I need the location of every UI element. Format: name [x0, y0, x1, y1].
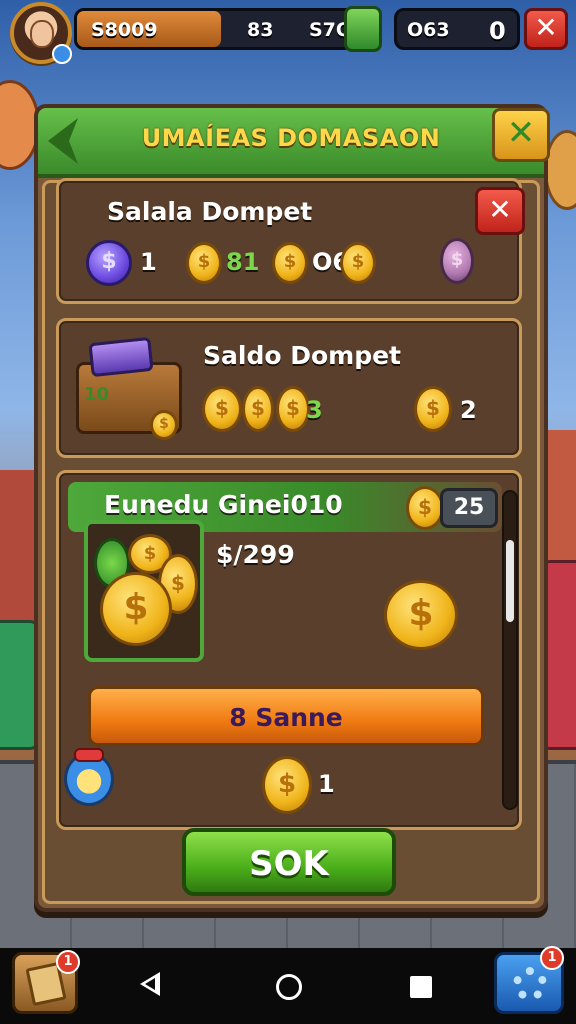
resource-stat-a: 83 [247, 19, 274, 41]
gear-icon [513, 967, 547, 1001]
panel-title: UMAÍEAS DOMASAON [141, 124, 441, 152]
resource-value: S8009 [91, 19, 158, 41]
nav-home-icon[interactable] [276, 974, 302, 1000]
scroll-thumb[interactable] [506, 540, 514, 622]
wallet-coin-value-b: 2 [460, 396, 477, 424]
gold-coin-icon: $ [414, 386, 452, 432]
gold-coin-value: 81 [226, 248, 260, 276]
gold-coin-icon: $ [272, 242, 308, 284]
chest-number: 10 [84, 384, 110, 405]
reward-coin-icon: $ [262, 756, 312, 814]
panel-close-button[interactable]: ✕ [492, 108, 550, 162]
offer-price: $/299 [216, 540, 295, 569]
top-bar: S8009 83 S7O O63 0 ✕ [0, 0, 576, 64]
gem-count: 0 [489, 17, 506, 45]
nav-back-icon-inner [145, 978, 155, 990]
panel-header: UMAÍEAS DOMASAON ✕ [38, 108, 550, 178]
quest-book-badge: 1 [56, 950, 80, 974]
avatar-level-badge-icon [52, 44, 72, 64]
purple-coin-value: 1 [140, 248, 157, 276]
gold-coin-icon: $ [406, 486, 444, 530]
gold-coin-icon: $ [340, 242, 376, 284]
big-gold-coin-icon: $ [100, 572, 172, 646]
resource-bar: S8009 83 S7O [74, 8, 374, 50]
confirm-label: SOK [249, 844, 329, 884]
coin-stack-icon: $ [150, 410, 178, 440]
wallet-balance-title: Saldo Dompet [203, 341, 401, 370]
bonus-coin-icon: $ [384, 580, 458, 650]
gem-counter: O63 0 [394, 8, 520, 50]
nav-recents-icon[interactable] [410, 976, 432, 998]
settings-badge: 1 [540, 946, 564, 970]
pink-coin-icon: $ [440, 238, 474, 284]
avatar-face-icon [30, 20, 54, 48]
offer-count-badge: 25 [440, 488, 498, 528]
wallet-summary-close-button[interactable]: ✕ [475, 187, 525, 235]
chest-screen [88, 336, 154, 378]
wallet-coin-value-a: 3 [306, 396, 323, 424]
top-close-button[interactable]: ✕ [524, 8, 568, 50]
reward-count: 1 [318, 770, 335, 798]
offer-scrollbar[interactable] [502, 490, 518, 810]
gold-coin-icon: $ [242, 386, 274, 432]
cash-stack-icon[interactable] [344, 6, 382, 52]
offer-buy-button[interactable]: 8 Sanne [88, 686, 484, 746]
gold-coin-icon: $ [276, 386, 310, 432]
purple-coin-icon: $ [86, 240, 132, 286]
offer-title: Eunedu Ginei010 [104, 490, 343, 519]
gem-value: O63 [407, 19, 450, 41]
offer-buy-label: 8 Sanne [229, 703, 343, 732]
coin-pile-image: $ $ $ [84, 520, 204, 662]
reward-bow-icon [74, 748, 104, 762]
confirm-button[interactable]: SOK [182, 828, 396, 896]
wallet-summary-title: Salala Dompet [107, 197, 313, 226]
gold-coin-icon: $ [186, 242, 222, 284]
gold-coin-icon: $ [202, 386, 242, 432]
